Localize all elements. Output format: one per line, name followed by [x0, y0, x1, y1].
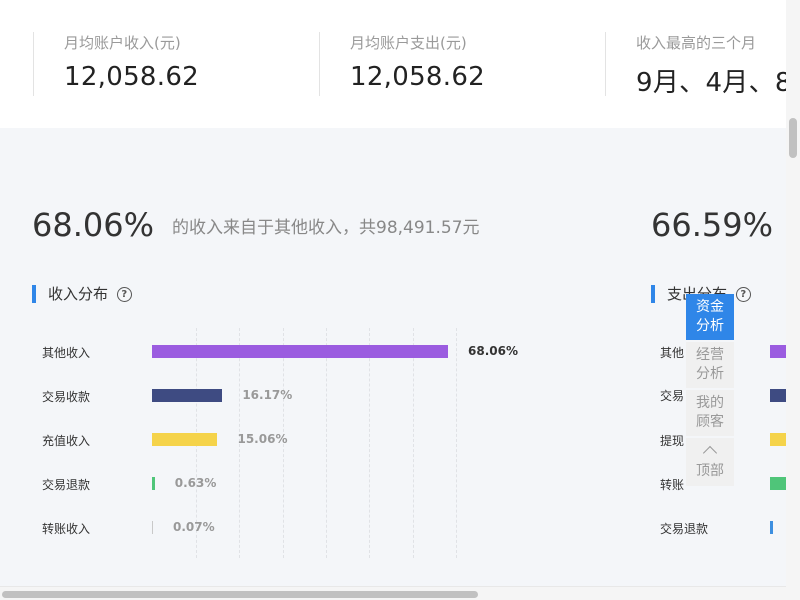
- back-to-top-button[interactable]: 顶部: [686, 438, 734, 486]
- stat-label: 收入最高的三个月: [636, 34, 757, 52]
- vertical-scrollbar[interactable]: [786, 0, 800, 586]
- nav-label-line2: 分析: [696, 318, 724, 334]
- expense-headline-percent: 66.59%: [651, 206, 774, 244]
- stat-value: 12,058.62: [64, 62, 200, 92]
- chart-gridline: [326, 328, 327, 558]
- viewport: 月均账户收入(元) 12,058.62 月均账户支出(元) 12,058.62 …: [0, 0, 786, 586]
- side-navigation: 资金 分析 经营 分析 我的 顾客 顶部: [686, 294, 734, 488]
- stat-label: 月均账户支出(元): [350, 34, 467, 52]
- income-bar: [152, 477, 155, 490]
- scrollbar-corner: [786, 586, 800, 600]
- stats-bar: 月均账户收入(元) 12,058.62 月均账户支出(元) 12,058.62 …: [0, 0, 786, 128]
- expense-row-label: 转账: [660, 478, 685, 492]
- stat-value: 9月、4月、8: [636, 68, 786, 98]
- expense-bar: [770, 477, 786, 490]
- expense-row-label: 交易: [660, 389, 685, 403]
- income-value-label: 0.07%: [173, 520, 215, 534]
- nav-label-line1: 经营: [696, 347, 724, 363]
- chart-gridline: [413, 328, 414, 558]
- chevron-up-icon: [702, 445, 718, 461]
- income-category-label: 转账收入: [42, 522, 91, 536]
- nav-label-line2: 顾客: [696, 414, 724, 430]
- expense-row-label: 交易退款: [660, 522, 709, 536]
- stat-top-income-months: 收入最高的三个月 9月、4月、8: [605, 32, 786, 98]
- chart-gridline: [369, 328, 370, 558]
- nav-my-customers[interactable]: 我的 顾客: [686, 390, 734, 436]
- income-bar: [152, 521, 153, 534]
- stat-label: 月均账户收入(元): [64, 34, 181, 52]
- income-distribution-chart: 其他收入 68.06% 交易收款 16.17% 充值收入 15.06% 交易退款 0.63% 转…: [0, 128, 600, 586]
- income-bar: [152, 389, 223, 402]
- income-value-label: 16.17%: [242, 388, 293, 402]
- horizontal-scrollbar-thumb[interactable]: [2, 591, 478, 598]
- stat-value: 12,058.62: [350, 62, 486, 92]
- income-bar: [152, 345, 448, 358]
- expense-row-label: 提现: [660, 434, 685, 448]
- income-category-label: 其他收入: [42, 346, 91, 360]
- nav-label-line1: 资金: [696, 299, 724, 315]
- expense-bar: [770, 433, 786, 446]
- stat-monthly-income: 月均账户收入(元) 12,058.62: [33, 32, 294, 96]
- vertical-scrollbar-thumb[interactable]: [789, 118, 797, 158]
- help-icon[interactable]: ?: [735, 287, 751, 302]
- nav-fund-analysis[interactable]: 资金 分析: [686, 294, 734, 340]
- nav-business-analysis[interactable]: 经营 分析: [686, 342, 734, 388]
- chart-gridline: [456, 328, 457, 558]
- expense-bar: [770, 345, 786, 358]
- nav-label-line2: 分析: [696, 366, 724, 382]
- expense-headline: 66.59%的: [651, 206, 786, 244]
- expense-row-label: 其他: [660, 346, 685, 360]
- income-bar: [152, 433, 218, 446]
- horizontal-scrollbar[interactable]: [0, 586, 786, 600]
- analysis-section: 68.06% 的收入来自于其他收入，共98,491.57元 收入分布 ? 其他收入…: [0, 128, 786, 586]
- income-category-label: 交易退款: [42, 478, 91, 492]
- back-to-top-label: 顶部: [696, 463, 724, 479]
- expense-bar: [770, 389, 786, 402]
- expense-bar: [770, 521, 773, 534]
- nav-label-line1: 我的: [696, 395, 724, 411]
- income-category-label: 充值收入: [42, 434, 91, 448]
- income-value-label: 0.63%: [174, 476, 217, 490]
- stat-monthly-expense: 月均账户支出(元) 12,058.62: [319, 32, 580, 96]
- income-value-label: 68.06%: [468, 344, 518, 358]
- income-category-label: 交易收款: [42, 390, 91, 404]
- income-value-label: 15.06%: [237, 432, 288, 446]
